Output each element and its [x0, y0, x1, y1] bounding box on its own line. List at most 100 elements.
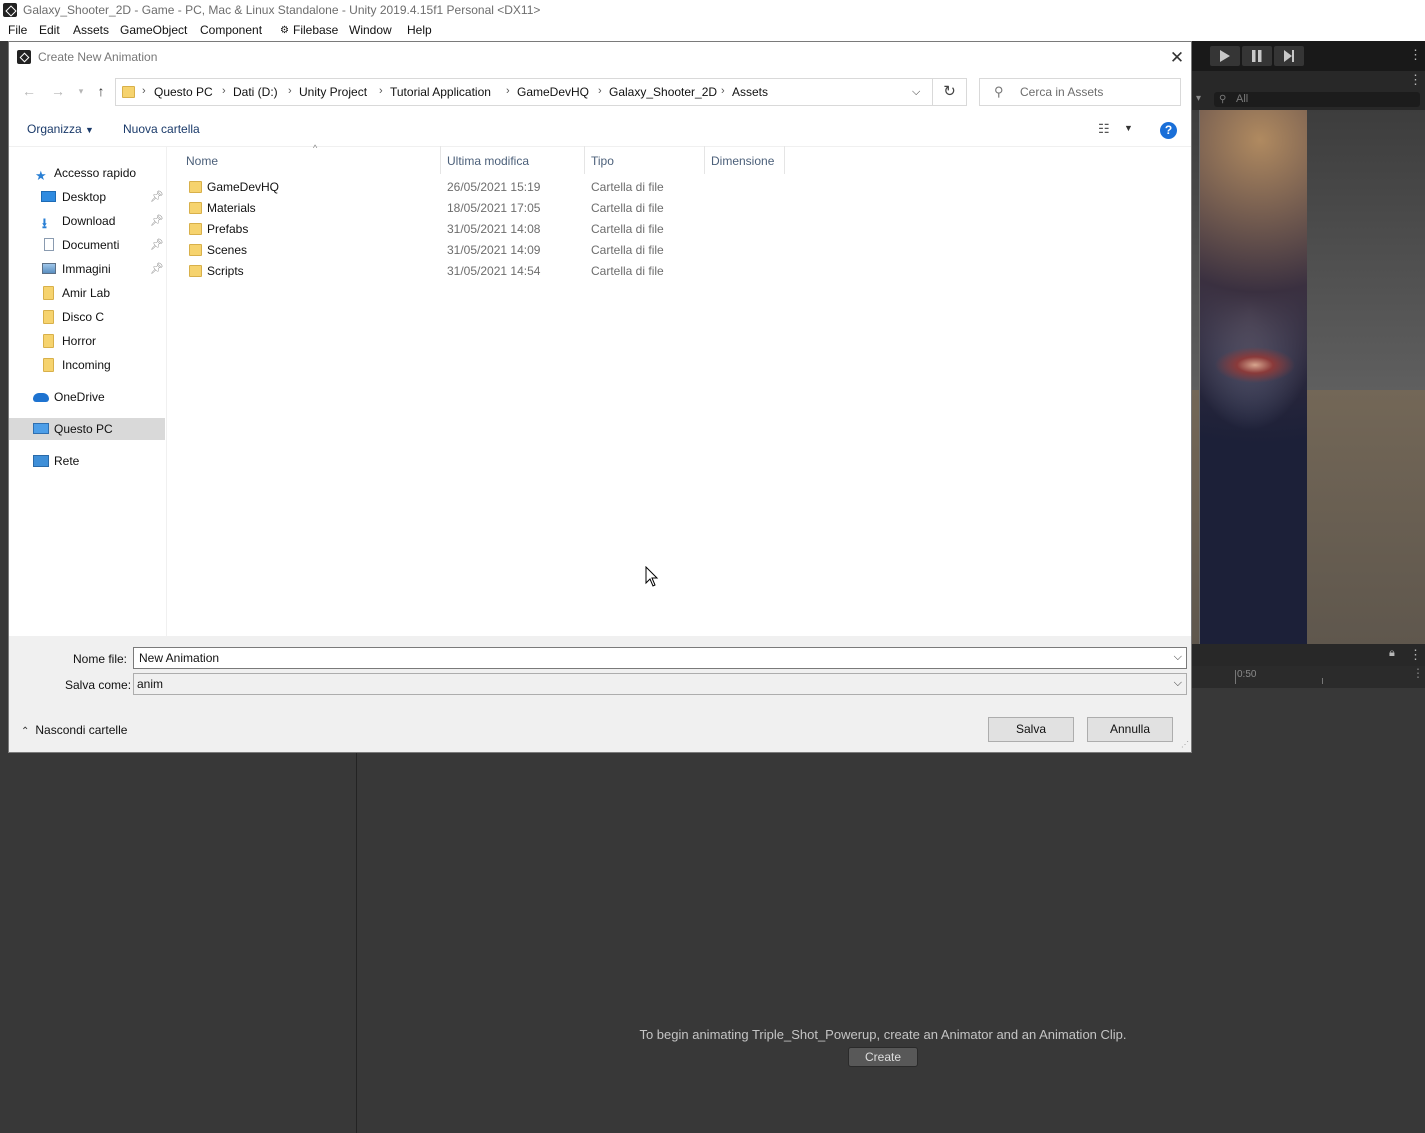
folder-icon: [43, 310, 54, 324]
breadcrumb-tutorial-application[interactable]: Tutorial Application: [390, 85, 491, 99]
breadcrumb-galaxy-shooter[interactable]: Galaxy_Shooter_2D: [609, 85, 717, 99]
nav-quick-access[interactable]: ★ Accesso rapido: [9, 162, 165, 184]
chevron-right-icon: ›: [598, 85, 602, 97]
chevron-up-icon: ⌃: [21, 726, 30, 737]
lock-icon[interactable]: 🔒︎: [1389, 647, 1395, 660]
nav-label: Questo PC: [54, 422, 113, 436]
more-icon[interactable]: ⋮: [1409, 72, 1422, 88]
menu-gameobject[interactable]: GameObject: [120, 20, 187, 41]
filename-input[interactable]: New Animation ⌵: [133, 647, 1187, 669]
column-divider[interactable]: [784, 146, 785, 174]
file-row[interactable]: Scenes 31/05/2021 14:09 Cartella di file: [185, 240, 785, 261]
column-type[interactable]: Tipo: [591, 154, 614, 174]
nav-onedrive[interactable]: OneDrive: [9, 386, 165, 408]
timeline-ruler[interactable]: 0:50 ⋮: [1192, 666, 1425, 688]
file-row[interactable]: Prefabs 31/05/2021 14:08 Cartella di fil…: [185, 219, 785, 240]
chevron-down-icon[interactable]: ⌵: [912, 86, 920, 99]
menu-edit[interactable]: Edit: [39, 20, 60, 41]
breadcrumb-questo-pc[interactable]: Questo PC: [154, 85, 213, 99]
nav-questo-pc[interactable]: Questo PC: [9, 418, 165, 440]
menu-file[interactable]: File: [8, 20, 27, 41]
file-modified: 31/05/2021 14:54: [447, 264, 541, 278]
nav-disco-c[interactable]: Disco C: [9, 306, 165, 328]
organize-button[interactable]: Organizza ▼: [27, 122, 94, 136]
forward-button[interactable]: →: [50, 83, 66, 101]
file-type: Cartella di file: [591, 180, 664, 194]
step-button[interactable]: [1274, 46, 1304, 66]
column-divider[interactable]: [584, 146, 585, 174]
recent-locations-dropdown[interactable]: ▾: [75, 86, 87, 104]
menu-filebase[interactable]: Filebase: [293, 20, 338, 41]
more-icon[interactable]: ⋮: [1409, 47, 1422, 63]
breadcrumb-dati-d[interactable]: Dati (D:): [233, 85, 278, 99]
file-row[interactable]: GameDevHQ 26/05/2021 15:19 Cartella di f…: [185, 177, 785, 198]
close-button[interactable]: ✕: [1165, 48, 1189, 68]
chevron-down-icon[interactable]: ⌵: [1174, 651, 1182, 664]
file-modified: 18/05/2021 17:05: [447, 201, 541, 215]
column-modified[interactable]: Ultima modifica: [447, 154, 529, 174]
save-button[interactable]: Salva: [988, 717, 1074, 742]
column-size[interactable]: Dimensione: [711, 154, 774, 174]
refresh-button[interactable]: ↻: [933, 78, 967, 106]
more-icon[interactable]: ⋮: [1412, 666, 1424, 680]
pause-button[interactable]: [1242, 46, 1272, 66]
column-divider[interactable]: [440, 146, 441, 174]
chevron-down-icon[interactable]: ▼: [1124, 123, 1133, 133]
nav-download[interactable]: ⭳ Download 📌︎: [9, 210, 165, 232]
nav-desktop[interactable]: Desktop 📌︎: [9, 186, 165, 208]
game-view[interactable]: [1192, 110, 1425, 644]
dialog-title-bar: Create New Animation: [9, 42, 1191, 72]
back-button[interactable]: ←: [21, 83, 37, 101]
address-bar[interactable]: › Questo PC › Dati (D:) › Unity Project …: [115, 78, 933, 106]
chevron-right-icon: ›: [506, 85, 510, 97]
view-options-icon[interactable]: ☷: [1098, 121, 1110, 137]
nav-rete[interactable]: Rete: [9, 450, 165, 472]
chevron-down-icon: ⌵: [1173, 677, 1182, 689]
create-animation-button[interactable]: Create: [848, 1047, 918, 1067]
create-animation-dialog: Create New Animation ✕ ← → ▾ ↑ › Questo …: [8, 41, 1192, 753]
animation-hint-text: To begin animating Triple_Shot_Powerup, …: [639, 1027, 1127, 1042]
pin-icon: 📌︎: [150, 263, 164, 275]
breadcrumb-unity-project[interactable]: Unity Project: [299, 85, 367, 99]
menu-component[interactable]: Component: [200, 20, 262, 41]
saveas-select[interactable]: anim ⌵: [133, 673, 1187, 695]
nav-incoming[interactable]: Incoming: [9, 354, 165, 376]
folder-icon: [189, 265, 202, 277]
play-button[interactable]: [1210, 46, 1240, 66]
folder-icon: [43, 358, 54, 372]
menu-assets[interactable]: Assets: [73, 20, 109, 41]
refresh-icon: ↻: [943, 83, 956, 100]
folder-icon: [189, 244, 202, 256]
file-row[interactable]: Scripts 31/05/2021 14:54 Cartella di fil…: [185, 261, 785, 282]
breadcrumb-gamedevhq[interactable]: GameDevHQ: [517, 85, 589, 99]
chevron-down-icon: ▼: [85, 125, 94, 135]
hide-folders-button[interactable]: ⌃ Nascondi cartelle: [21, 723, 127, 737]
resize-grip-icon[interactable]: ⋰: [1181, 740, 1189, 749]
pane-divider[interactable]: [166, 146, 167, 636]
hierarchy-search-input[interactable]: ⚲ All: [1214, 92, 1420, 107]
chevron-right-icon: ›: [721, 85, 725, 97]
menu-help[interactable]: Help: [407, 20, 432, 41]
folder-icon: [189, 223, 202, 235]
breadcrumb-assets[interactable]: Assets: [732, 85, 768, 99]
help-icon[interactable]: ?: [1160, 122, 1177, 139]
star-icon: ★: [35, 168, 47, 183]
nav-amir-lab[interactable]: Amir Lab: [9, 282, 165, 304]
file-row[interactable]: Materials 18/05/2021 17:05 Cartella di f…: [185, 198, 785, 219]
unity-logo-icon: [17, 50, 31, 64]
more-icon[interactable]: ⋮: [1409, 647, 1422, 663]
new-folder-button[interactable]: Nuova cartella: [123, 122, 200, 136]
computer-icon: [33, 423, 49, 434]
column-divider[interactable]: [704, 146, 705, 174]
menu-window[interactable]: Window: [349, 20, 392, 41]
nav-documenti[interactable]: Documenti 📌︎: [9, 234, 165, 256]
nav-label: Download: [62, 214, 116, 228]
dropdown-arrow-icon[interactable]: ▾: [1196, 93, 1201, 104]
up-button[interactable]: ↑: [93, 83, 109, 101]
search-input[interactable]: ⚲ Cerca in Assets: [979, 78, 1181, 106]
nav-immagini[interactable]: Immagini 📌︎: [9, 258, 165, 280]
cancel-button[interactable]: Annulla: [1087, 717, 1173, 742]
column-name[interactable]: Nome: [186, 154, 218, 174]
nav-horror[interactable]: Horror: [9, 330, 165, 352]
file-modified: 26/05/2021 15:19: [447, 180, 541, 194]
